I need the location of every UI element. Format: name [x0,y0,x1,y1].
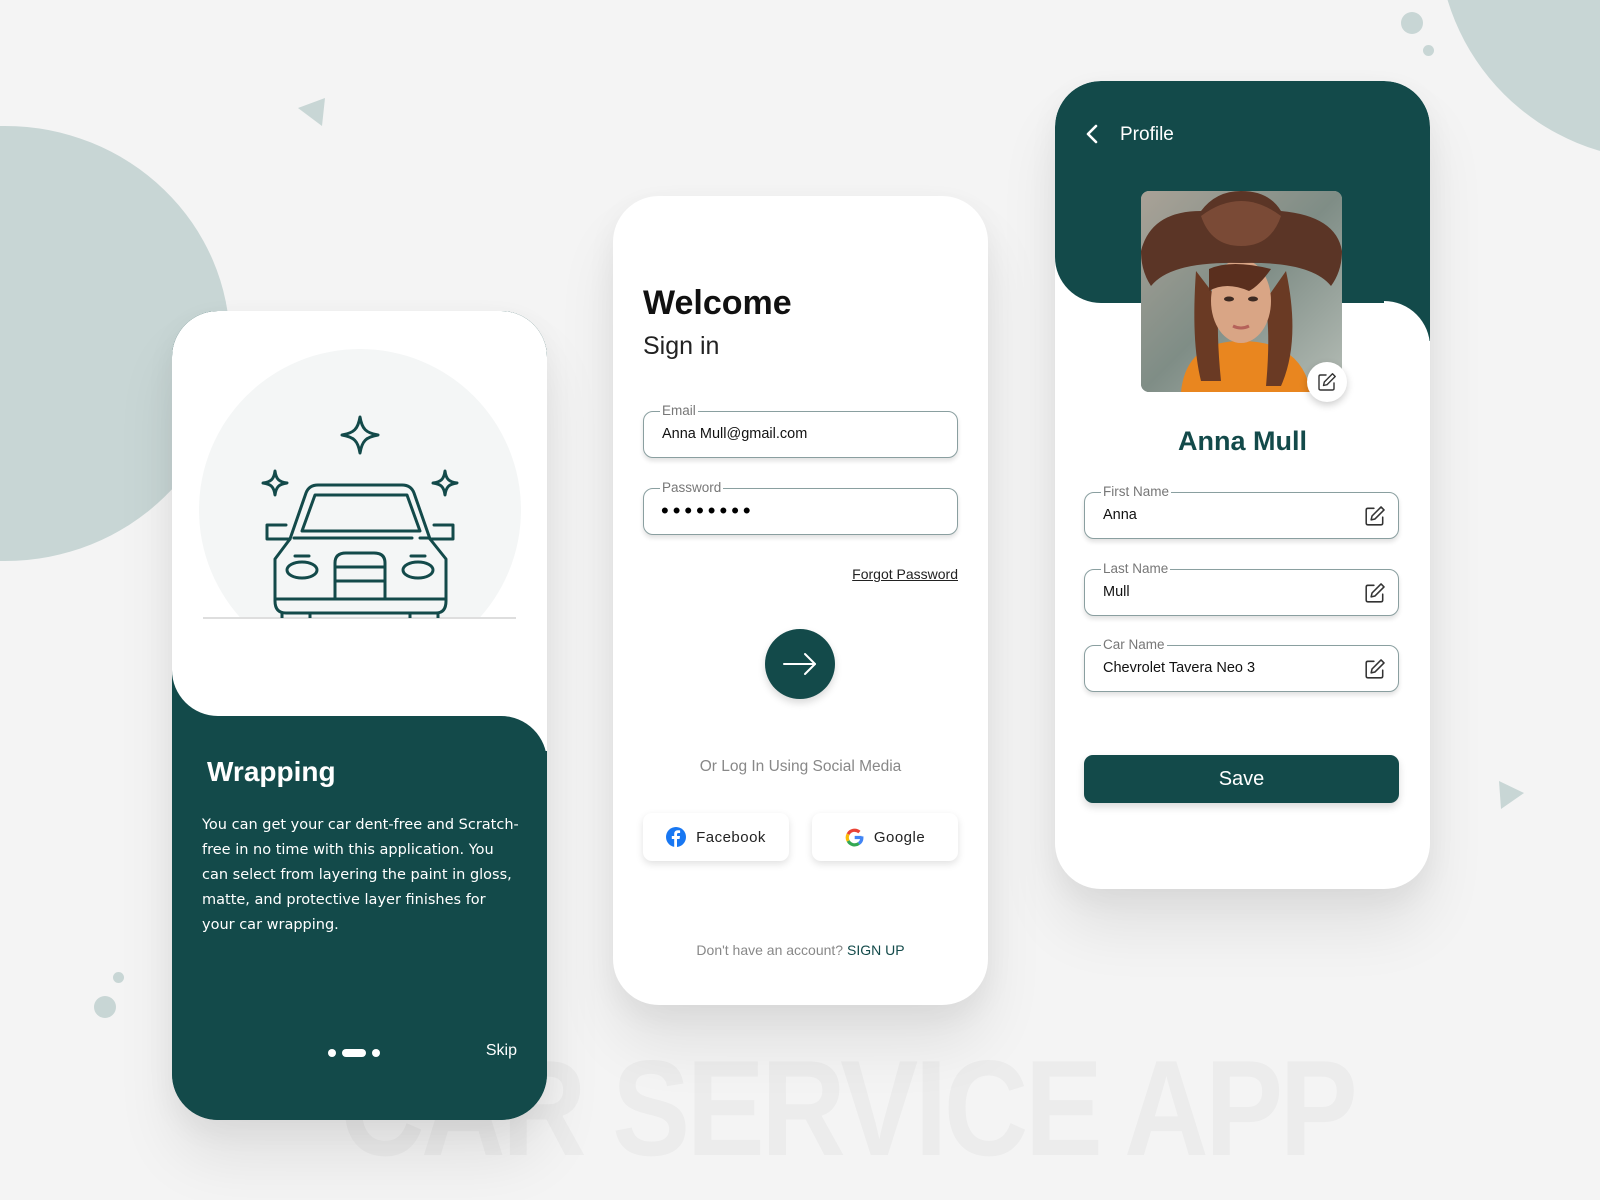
edit-icon [1318,373,1336,391]
google-icon [845,828,864,846]
chevron-left-icon[interactable] [1085,123,1099,145]
decor-triangle [1499,781,1524,809]
google-label: Google [873,828,926,846]
social-login-caption: Or Log In Using Social Media [699,758,902,775]
car-sparkle-icon [261,415,459,618]
signin-submit-button[interactable] [765,629,835,699]
car-name-label: Car Name [1101,637,1167,653]
profile-title: Profile [1120,124,1174,145]
first-name-label: First Name [1101,484,1172,500]
password-field[interactable]: Password •••••••• [643,480,958,535]
first-name-value[interactable]: Anna [1103,507,1137,523]
page-dot-active[interactable] [342,1049,366,1057]
car-name-value[interactable]: Chevrolet Tavera Neo 3 [1103,660,1255,676]
signup-prompt-text: Don't have an account? [696,942,844,958]
onboarding-title: Wrapping [207,756,336,787]
decor-triangle [298,98,325,126]
decor-dot [113,972,124,983]
signup-prompt: Don't have an account? SIGN UP [613,942,988,958]
edit-icon[interactable] [1364,658,1386,680]
profile-name: Anna Mull [1178,426,1307,456]
page-dot[interactable] [328,1049,336,1057]
avatar [1141,191,1342,392]
signup-link[interactable]: SIGN UP [847,942,905,958]
save-button[interactable]: Save [1084,755,1399,803]
skip-button[interactable]: Skip [486,1042,517,1060]
facebook-icon [666,827,687,847]
first-name-field[interactable]: First Name Anna [1084,484,1399,539]
edit-icon[interactable] [1364,505,1386,527]
page-dot[interactable] [372,1049,380,1057]
background-circle-right [1438,0,1600,160]
decor-dot [1401,12,1423,34]
signin-screen: Welcome Sign in Email Anna Mull@gmail.co… [613,196,988,1005]
change-photo-button[interactable] [1307,362,1347,402]
forgot-password-link[interactable]: Forgot Password [852,566,958,582]
page-indicator[interactable] [328,1049,380,1057]
last-name-label: Last Name [1101,561,1171,577]
password-value[interactable]: •••••••• [661,500,755,522]
onboarding-description: You can get your car dent-free and Scrat… [202,817,519,933]
last-name-field[interactable]: Last Name Mull [1084,561,1399,616]
decor-dot [1423,45,1434,56]
facebook-label: Facebook [696,828,766,846]
edit-icon[interactable] [1364,582,1386,604]
profile-screen: Profile Anna Mull First Name Anna Last N… [1055,81,1430,889]
onboarding-screen: Wrapping You can get your car dent-free … [172,311,547,1120]
facebook-login-button[interactable]: Facebook [643,813,789,861]
decor-dot [94,996,116,1018]
avatar-photo [1141,191,1342,392]
email-field[interactable]: Email Anna Mull@gmail.com [643,403,958,458]
email-label: Email [660,403,698,419]
google-login-button[interactable]: Google [812,813,958,861]
last-name-value[interactable]: Mull [1103,584,1130,600]
email-value[interactable]: Anna Mull@gmail.com [662,426,807,442]
arrow-right-icon [783,653,816,675]
signin-subtitle: Sign in [643,332,720,360]
welcome-title: Welcome [643,284,792,322]
car-name-field[interactable]: Car Name Chevrolet Tavera Neo 3 [1084,637,1399,692]
password-label: Password [660,480,724,496]
onboarding-illustration-panel [172,311,547,716]
